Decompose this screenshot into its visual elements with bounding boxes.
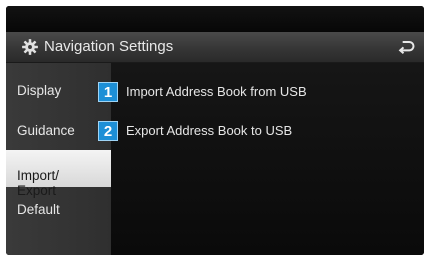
settings-sidebar: Display Guidance Import/ Export Default <box>6 63 111 255</box>
export-address-book-item[interactable]: 2 Export Address Book to USB <box>98 121 424 143</box>
menu-item-label: Import Address Book from USB <box>126 84 307 99</box>
item-number-badge: 2 <box>98 121 118 141</box>
sidebar-item-display[interactable]: Display <box>6 83 111 99</box>
sidebar-item-guidance[interactable]: Guidance <box>6 123 111 139</box>
navigation-settings-screen: Navigation Settings Display Guidance Imp… <box>6 6 424 255</box>
sidebar-item-import-export[interactable]: Import/ Export <box>6 150 111 198</box>
item-number-badge: 1 <box>98 82 118 102</box>
import-address-book-item[interactable]: 1 Import Address Book from USB <box>98 82 424 104</box>
status-bar <box>6 6 424 32</box>
settings-content: 1 Import Address Book from USB 2 Export … <box>98 63 424 255</box>
sidebar-item-label: Import/ Export <box>17 168 60 198</box>
sidebar-item-label: Guidance <box>17 123 75 138</box>
sidebar-item-default[interactable]: Default <box>6 202 111 218</box>
menu-item-label: Export Address Book to USB <box>126 123 293 138</box>
page-title: Navigation Settings <box>44 38 174 55</box>
sidebar-item-label: Default <box>17 202 60 217</box>
gear-icon <box>22 39 38 55</box>
sidebar-item-label: Display <box>17 83 62 98</box>
header-bar: Navigation Settings <box>6 32 424 63</box>
back-arrow-icon[interactable] <box>396 37 416 57</box>
